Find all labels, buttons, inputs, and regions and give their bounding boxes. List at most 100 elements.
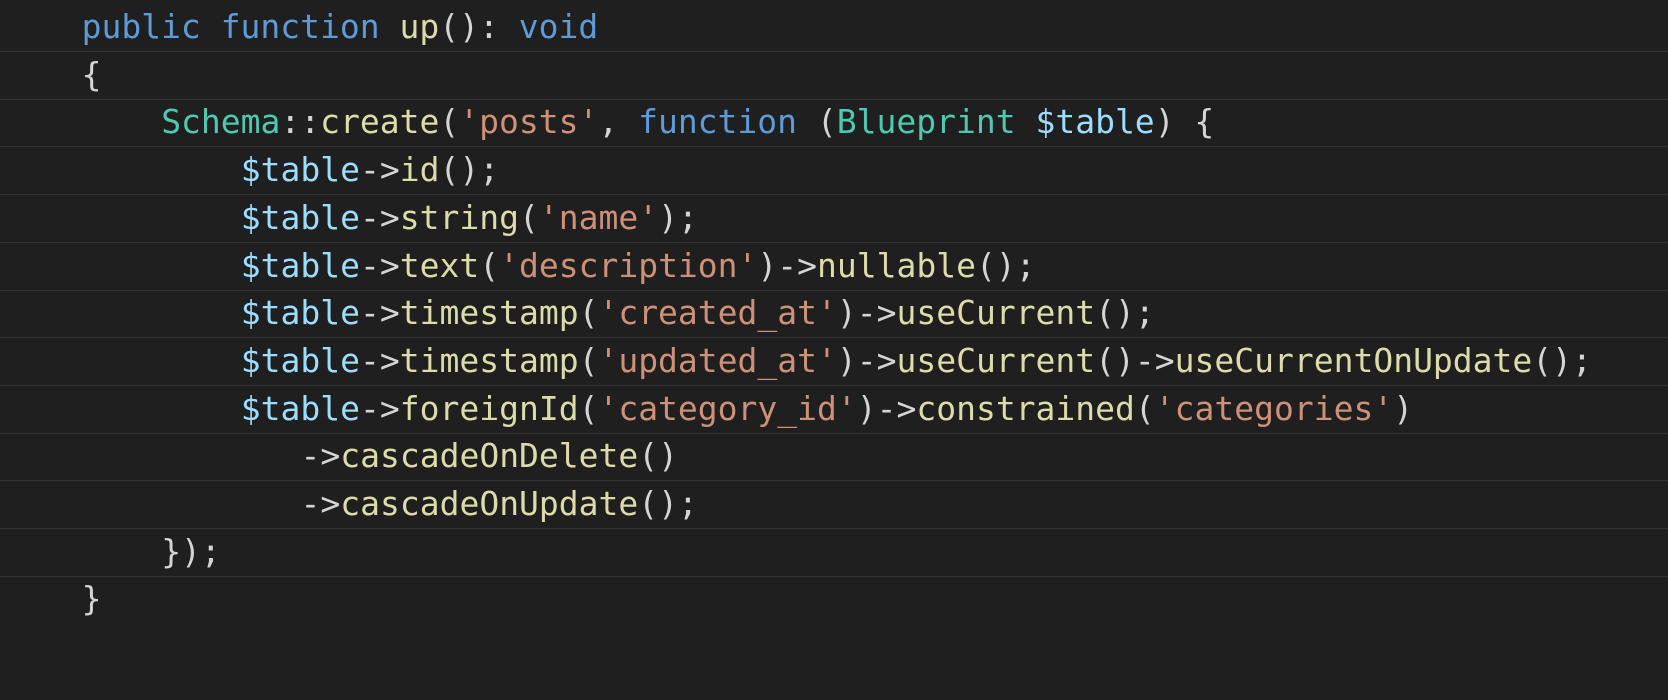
- code-token: constrained: [916, 388, 1135, 428]
- code-token: useCurrent: [896, 340, 1096, 380]
- code-line-content: $table->string('name');: [241, 193, 698, 243]
- code-token: (: [797, 102, 837, 142]
- code-token: ->: [360, 150, 400, 190]
- code-token: (: [578, 293, 599, 333]
- code-token: ): [1393, 388, 1414, 428]
- code-line-content: $table->text('description')->nullable();: [241, 241, 1036, 291]
- code-token: ) {: [1154, 102, 1215, 142]
- code-token: ();: [638, 484, 698, 523]
- code-token: ();: [1532, 340, 1592, 380]
- code-token: ->: [360, 340, 400, 380]
- code-token: $table: [240, 245, 361, 285]
- code-line: $table->timestamp('created_at')->useCurr…: [0, 288, 1668, 339]
- code-token: foreignId: [399, 388, 579, 428]
- code-token: (: [518, 197, 539, 237]
- code-token: 'name': [538, 197, 659, 237]
- code-line: });: [0, 527, 1668, 577]
- code-token: ->: [360, 293, 400, 333]
- code-token: )->: [836, 340, 897, 380]
- code-token: }: [81, 579, 102, 619]
- code-token: ()->: [1095, 340, 1175, 380]
- code-token: ->: [300, 484, 341, 523]
- code-token: ,: [598, 102, 639, 142]
- code-token: string: [399, 197, 519, 237]
- code-token: cascadeOnUpdate: [340, 484, 639, 523]
- code-line-content: }: [82, 574, 102, 624]
- code-token: 'posts': [459, 102, 599, 142]
- code-token: (: [439, 102, 460, 142]
- code-line-content: $table->foreignId('category_id')->constr…: [241, 384, 1413, 434]
- code-token: up: [399, 7, 440, 46]
- code-token: 'category_id': [598, 388, 857, 428]
- code-token: text: [399, 245, 480, 285]
- code-token: $table: [1035, 102, 1155, 142]
- code-token: $table: [240, 388, 361, 428]
- code-line-content: $table->timestamp('updated_at')->useCurr…: [241, 336, 1592, 386]
- code-line-content: $table->timestamp('created_at')->useCurr…: [241, 288, 1155, 338]
- code-token: $table: [240, 197, 361, 237]
- code-token: )->: [856, 388, 917, 428]
- code-token: create: [320, 102, 440, 142]
- code-token: });: [161, 531, 221, 571]
- code-token: Schema: [161, 102, 281, 142]
- code-token: )->: [836, 293, 897, 333]
- code-token: function: [638, 102, 798, 142]
- code-line: Schema::create('posts', function (Bluepr…: [0, 97, 1668, 148]
- code-token: 'description': [499, 245, 758, 285]
- code-token: {: [81, 54, 102, 94]
- code-line: $table->text('description')->nullable();: [0, 241, 1668, 291]
- code-token: ->: [360, 245, 400, 285]
- code-line: $table->string('name');: [0, 193, 1668, 243]
- code-token: (): [638, 436, 679, 476]
- code-token: ():: [439, 7, 519, 46]
- code-token: cascadeOnDelete: [340, 436, 639, 476]
- code-token: 'categories': [1154, 388, 1394, 428]
- code-token: useCurrent: [896, 293, 1096, 333]
- code-token: id: [399, 150, 440, 190]
- code-line: $table->timestamp('updated_at')->useCurr…: [0, 336, 1668, 386]
- code-line: $table->foreignId('category_id')->constr…: [0, 384, 1668, 434]
- code-token: useCurrentOnUpdate: [1174, 340, 1533, 380]
- code-line-content: Schema::create('posts', function (Bluepr…: [161, 97, 1214, 147]
- code-token: ->: [300, 436, 341, 476]
- code-token: public: [81, 7, 201, 46]
- code-token: Blueprint: [836, 102, 1016, 142]
- code-editor[interactable]: public function up(): void{Schema::creat…: [0, 0, 1668, 700]
- code-line: {: [0, 50, 1668, 100]
- code-token: ->: [360, 388, 400, 428]
- code-line-content: public function up(): void: [82, 2, 599, 52]
- code-token: $table: [240, 340, 361, 380]
- code-token: void: [518, 7, 599, 46]
- code-token: (: [1134, 388, 1155, 428]
- code-token: ();: [1095, 293, 1155, 333]
- code-token: ();: [975, 245, 1036, 285]
- code-token: $table: [240, 150, 361, 190]
- code-token: 'updated_at': [598, 340, 837, 380]
- code-line: $table->id();: [0, 145, 1668, 196]
- code-token: timestamp: [399, 293, 579, 333]
- code-line-content: ->cascadeOnUpdate();: [301, 479, 698, 529]
- code-token: ->: [360, 197, 400, 237]
- code-token: timestamp: [399, 340, 579, 380]
- code-token: (: [479, 245, 500, 285]
- code-line-content: $table->id();: [241, 145, 499, 195]
- code-token: $table: [240, 293, 361, 333]
- code-token: ::: [280, 102, 321, 142]
- code-line-content: });: [161, 527, 221, 577]
- code-token: );: [658, 197, 698, 237]
- code-token: ();: [439, 150, 500, 190]
- code-line: }: [0, 574, 1668, 624]
- code-line: ->cascadeOnDelete(): [0, 431, 1668, 482]
- code-token: (: [578, 388, 599, 428]
- code-line-content: ->cascadeOnDelete(): [301, 431, 679, 481]
- code-token: )->: [757, 245, 818, 285]
- code-line: public function up(): void: [0, 2, 1668, 52]
- code-line: ->cascadeOnUpdate();: [0, 479, 1668, 529]
- code-token: (: [578, 340, 599, 380]
- code-line-content: {: [82, 50, 102, 100]
- code-token: nullable: [817, 245, 976, 285]
- code-token: function: [220, 7, 380, 46]
